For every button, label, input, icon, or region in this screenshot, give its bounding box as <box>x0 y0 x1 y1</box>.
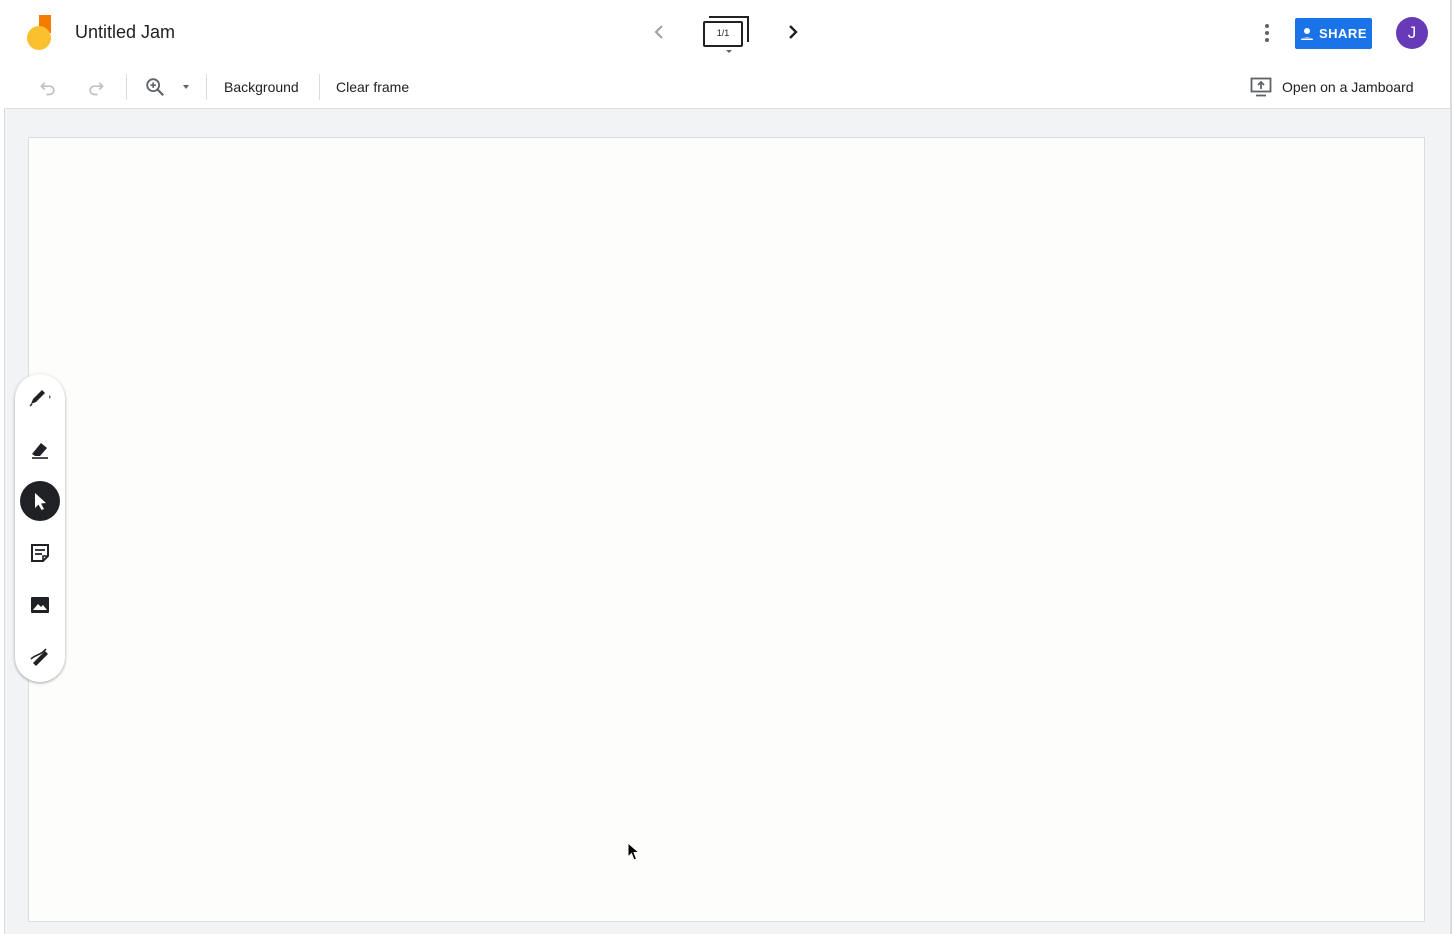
zoom-in-icon <box>146 78 165 97</box>
clear-frame-button[interactable]: Clear frame <box>336 79 409 95</box>
laser-tool-button[interactable] <box>20 637 60 677</box>
redo-icon <box>89 82 104 96</box>
eraser-tool-button[interactable] <box>20 429 60 469</box>
previous-frame-button[interactable] <box>647 20 671 44</box>
frame-bar-toggle-button[interactable]: 1/1 <box>700 14 752 56</box>
more-vert-icon <box>1265 24 1269 42</box>
share-button[interactable]: SHARE <box>1295 18 1372 49</box>
mouse-cursor-icon <box>627 842 641 861</box>
eraser-icon <box>32 443 48 459</box>
app-header: Untitled Jam 1/1 SHARE J <box>4 0 1450 67</box>
background-window-edge <box>0 0 5 934</box>
tool-rail <box>15 374 65 682</box>
document-title[interactable]: Untitled Jam <box>75 22 175 43</box>
image-icon <box>31 597 49 613</box>
select-arrow-icon <box>35 493 46 510</box>
toolbar: Background Clear frame Open on a Jamboar… <box>4 66 1450 109</box>
undo-icon <box>40 82 55 96</box>
more-options-button[interactable] <box>1255 20 1279 46</box>
background-button[interactable]: Background <box>224 79 299 95</box>
toolbar-divider <box>206 74 207 100</box>
share-label: SHARE <box>1318 26 1367 41</box>
account-avatar[interactable]: J <box>1396 17 1428 49</box>
toolbar-divider <box>319 74 320 100</box>
pen-icon <box>29 390 51 407</box>
undo-button[interactable] <box>36 75 60 99</box>
pen-tool-button[interactable] <box>20 377 60 417</box>
laser-icon <box>30 648 48 666</box>
open-on-jamboard-label: Open on a Jamboard <box>1282 79 1414 95</box>
open-on-jamboard-button[interactable]: Open on a Jamboard <box>1250 76 1414 98</box>
image-tool-button[interactable] <box>20 585 60 625</box>
zoom-button[interactable] <box>143 75 167 99</box>
cast-to-device-icon <box>1250 77 1272 97</box>
select-tool-button[interactable] <box>20 481 60 521</box>
caret-down-icon <box>726 50 732 53</box>
toolbar-divider <box>126 74 127 100</box>
sticky-note-tool-button[interactable] <box>20 533 60 573</box>
person-icon <box>1300 27 1313 40</box>
jamboard-logo-icon <box>26 14 58 54</box>
chevron-left-icon <box>654 25 663 39</box>
redo-button[interactable] <box>84 75 108 99</box>
jam-canvas[interactable] <box>28 137 1425 922</box>
next-frame-button[interactable] <box>781 20 805 44</box>
zoom-dropdown-caret-icon[interactable] <box>183 85 189 89</box>
sticky-note-icon <box>31 544 49 562</box>
frame-counter: 1/1 <box>716 28 730 38</box>
chevron-right-icon <box>789 25 798 39</box>
